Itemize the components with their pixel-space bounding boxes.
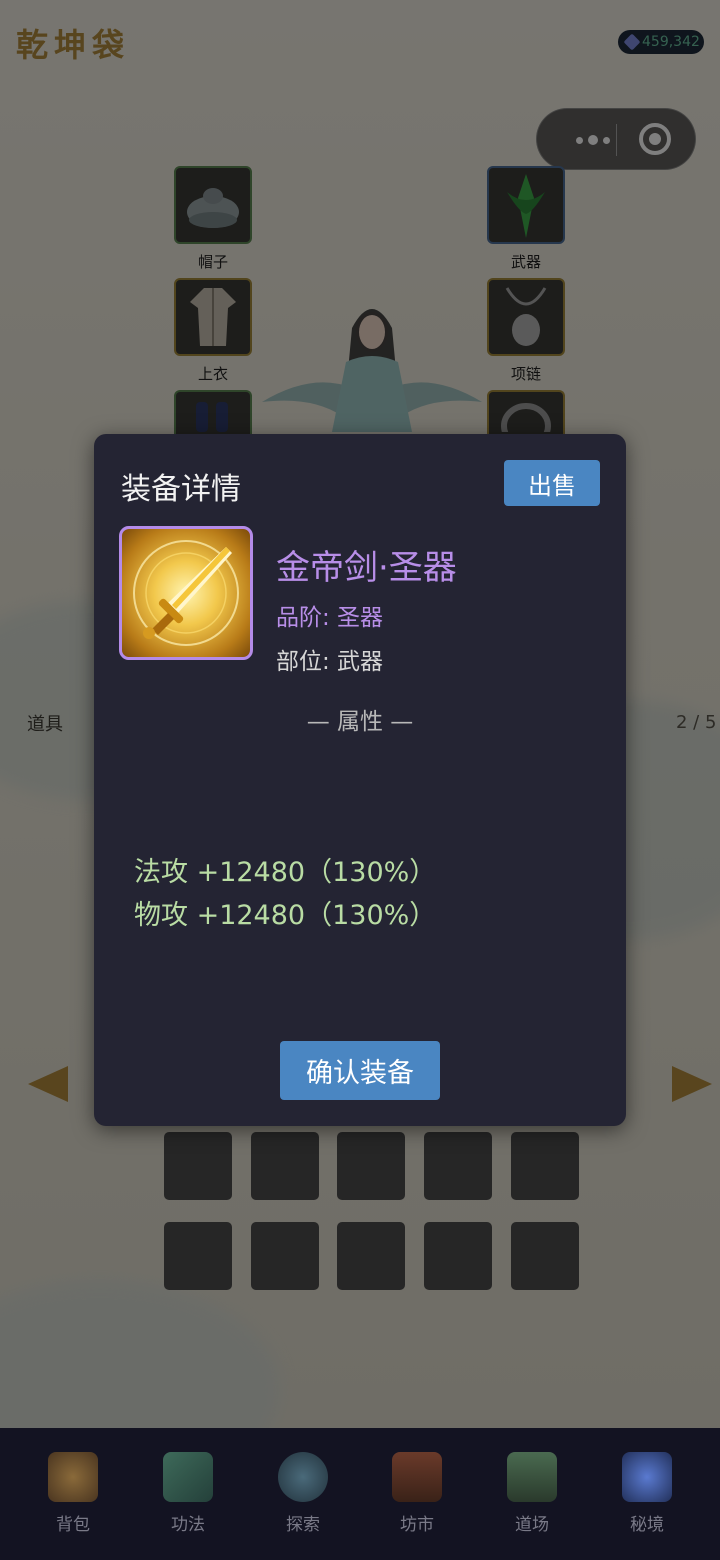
equipment-detail-modal: 装备详情 出售 金帝剑·圣器 品阶: 圣器 部位: 武器 — 属性 — 法攻 +… <box>94 434 626 1126</box>
mountain-icon <box>507 1452 557 1502</box>
confirm-equip-button[interactable]: 确认装备 <box>280 1041 440 1100</box>
scroll-icon <box>163 1452 213 1502</box>
golden-sword-icon <box>133 540 239 646</box>
sell-button[interactable]: 出售 <box>504 460 600 506</box>
attributes-heading: — 属性 — <box>306 709 414 735</box>
nav-item-dojo[interactable]: 道场 <box>477 1428 587 1560</box>
item-image <box>119 526 253 660</box>
item-grade: 品阶: 圣器 <box>276 605 384 631</box>
bottom-nav: 背包 功法 探索 坊市 道场 秘境 <box>0 1428 720 1560</box>
nav-label: 背包 <box>56 1515 90 1535</box>
item-name: 金帝剑·圣器 <box>276 548 457 588</box>
crossed-swords-icon <box>278 1452 328 1502</box>
nav-item-skills[interactable]: 功法 <box>133 1428 243 1560</box>
nav-item-bag[interactable]: 背包 <box>18 1428 128 1560</box>
stat-physical-attack: 物攻 +12480（130%） <box>134 900 437 931</box>
nav-label: 坊市 <box>400 1515 434 1535</box>
bag-icon <box>48 1452 98 1502</box>
nav-item-explore[interactable]: 探索 <box>248 1428 358 1560</box>
stat-magic-attack: 法攻 +12480（130%） <box>134 857 437 888</box>
modal-title: 装备详情 <box>121 472 241 507</box>
nav-label: 探索 <box>286 1515 320 1535</box>
nav-label: 功法 <box>171 1515 205 1535</box>
nav-label: 道场 <box>515 1515 549 1535</box>
portal-icon <box>622 1452 672 1502</box>
nav-label: 秘境 <box>630 1515 664 1535</box>
market-icon <box>392 1452 442 1502</box>
nav-item-secret-realm[interactable]: 秘境 <box>592 1428 702 1560</box>
item-position: 部位: 武器 <box>276 649 384 675</box>
nav-item-market[interactable]: 坊市 <box>362 1428 472 1560</box>
